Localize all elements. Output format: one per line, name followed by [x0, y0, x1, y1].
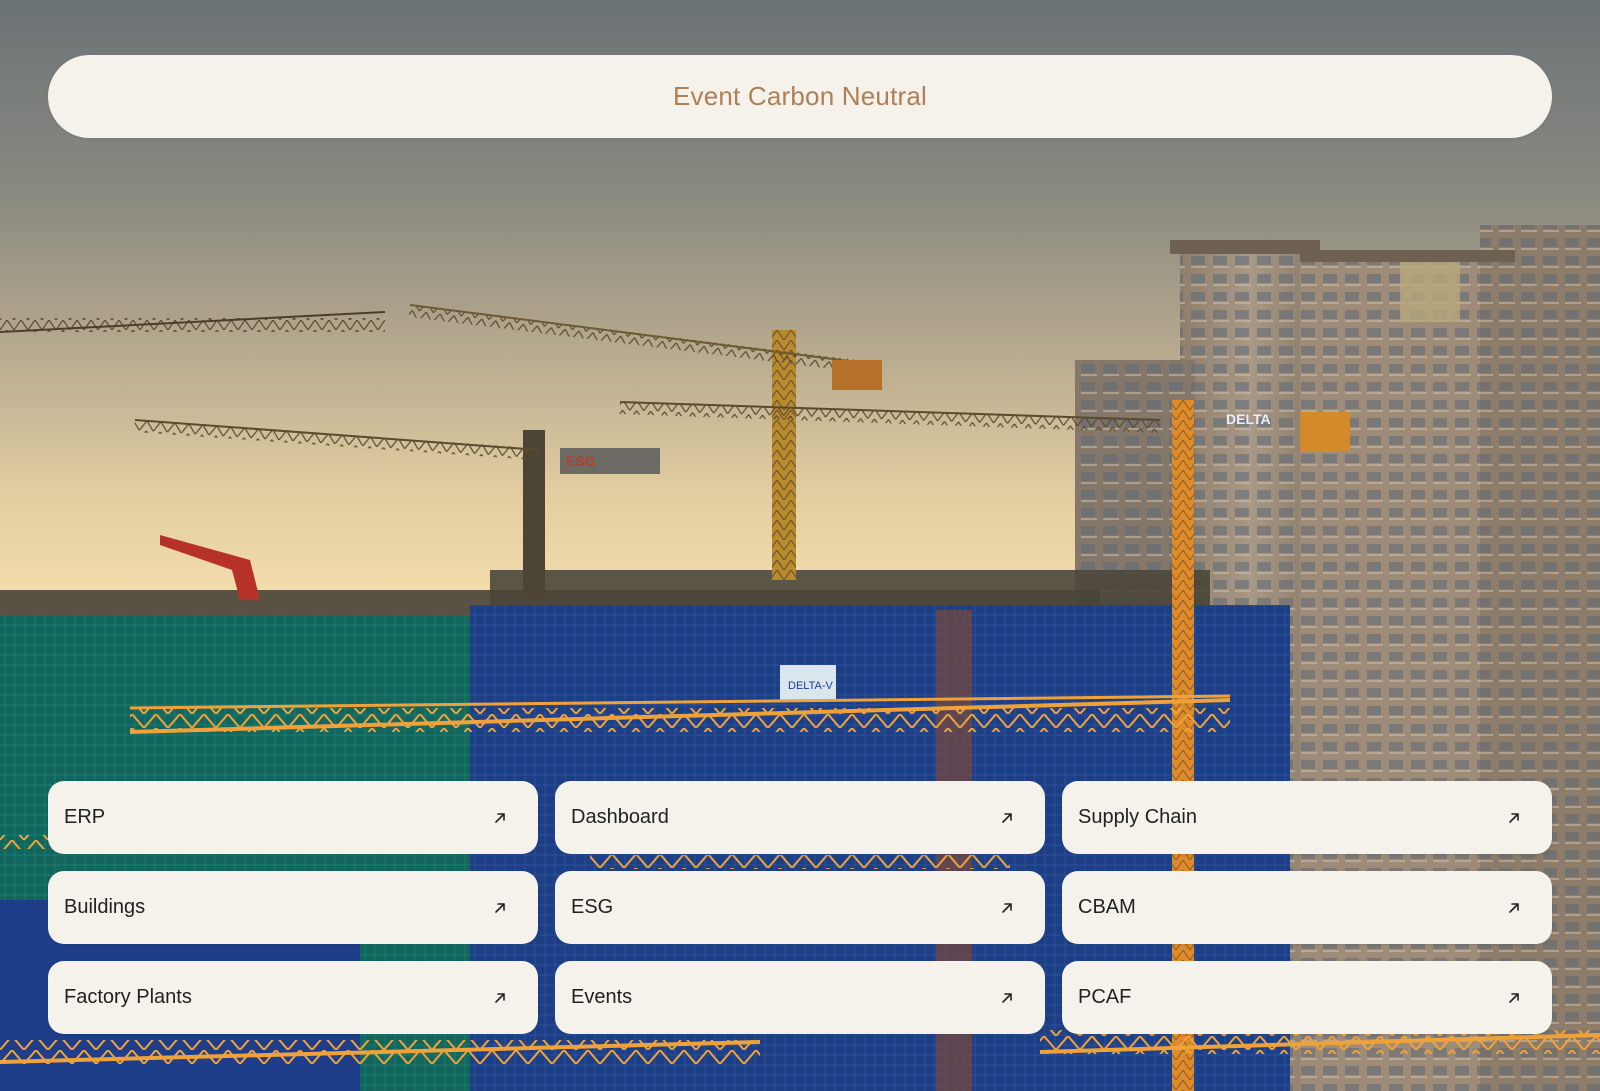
link-grid: ERP Dashboard Supply Chain Buildings ESG…: [48, 781, 1552, 1034]
link-label: Buildings: [64, 896, 146, 918]
arrow-up-right-icon: [495, 812, 505, 823]
link-label: Supply Chain: [1078, 806, 1197, 828]
link-card-dashboard[interactable]: Dashboard: [555, 781, 1045, 854]
svg-text:DELTA-V: DELTA-V: [788, 680, 833, 692]
link-label: PCAF: [1078, 986, 1132, 1008]
link-label: Dashboard: [571, 806, 669, 828]
arrow-up-right-icon: [1002, 902, 1012, 913]
svg-text:ESG: ESG: [566, 453, 596, 469]
link-label: Factory Plants: [64, 986, 192, 1008]
arrow-up-right-icon: [1509, 992, 1519, 1003]
arrow-up-right-icon: [1509, 812, 1519, 823]
svg-text:DELTA: DELTA: [1226, 411, 1271, 427]
link-label: CBAM: [1078, 896, 1136, 918]
arrow-up-right-icon: [1509, 902, 1519, 913]
link-card-factory-plants[interactable]: Factory Plants: [48, 961, 538, 1034]
arrow-up-right-icon: [495, 992, 505, 1003]
link-label: ESG: [571, 896, 614, 918]
link-label: Events: [571, 986, 633, 1008]
link-card-events[interactable]: Events: [555, 961, 1045, 1034]
page-title: Event Carbon Neutral: [672, 81, 928, 111]
link-card-pcaf[interactable]: PCAF: [1062, 961, 1552, 1034]
title-bar: Event Carbon Neutral: [48, 55, 1552, 138]
arrow-up-right-icon: [495, 902, 505, 913]
link-card-buildings[interactable]: Buildings: [48, 871, 538, 944]
arrow-up-right-icon: [1002, 992, 1012, 1003]
link-card-esg[interactable]: ESG: [555, 871, 1045, 944]
link-label: ERP: [64, 806, 106, 828]
link-card-supply-chain[interactable]: Supply Chain: [1062, 781, 1552, 854]
link-card-erp[interactable]: ERP: [48, 781, 538, 854]
arrow-up-right-icon: [1002, 812, 1012, 823]
link-card-cbam[interactable]: CBAM: [1062, 871, 1552, 944]
